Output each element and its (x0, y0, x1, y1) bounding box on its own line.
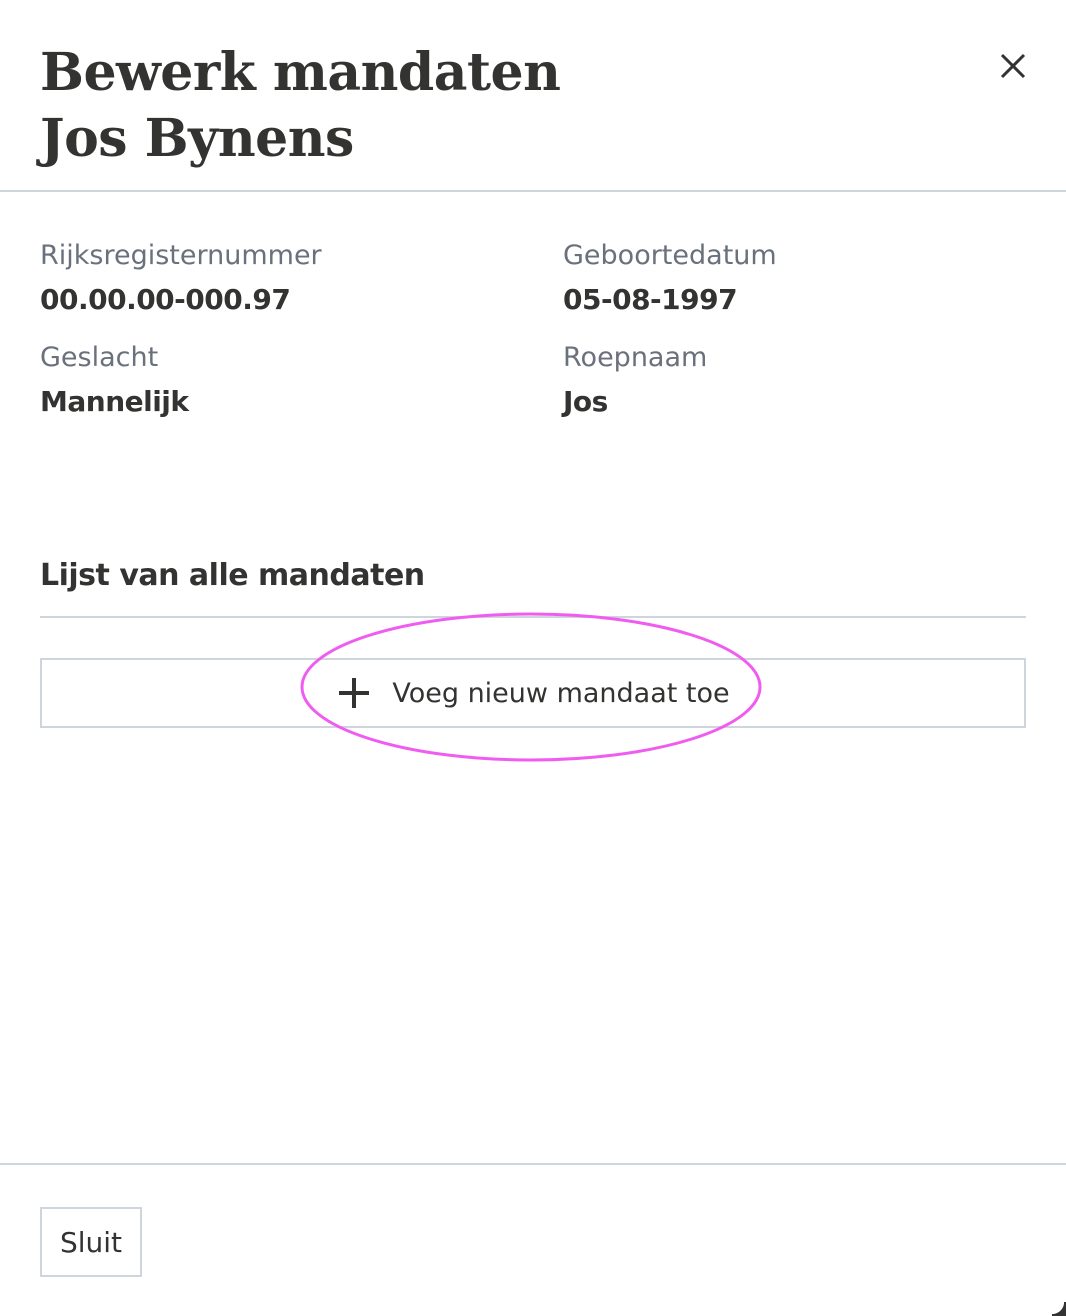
field-geboortedatum: Geboortedatum 05-08-1997 (563, 236, 1043, 324)
modal-footer: Sluit (0, 1163, 1066, 1316)
field-value: Jos (563, 385, 608, 418)
modal-header: Bewerk mandaten Jos Bynens (0, 0, 1066, 192)
modal-title-line1: Bewerk mandaten (40, 42, 561, 103)
field-value: 00.00.00-000.97 (40, 283, 291, 316)
close-modal-button[interactable]: Sluit (40, 1207, 142, 1277)
section-divider (40, 616, 1026, 618)
modal-title: Bewerk mandaten Jos Bynens (40, 40, 561, 172)
field-label: Geboortedatum (563, 240, 777, 271)
close-icon (1000, 53, 1026, 79)
plus-icon (336, 675, 372, 711)
add-mandate-button[interactable]: Voeg nieuw mandaat toe (40, 658, 1026, 728)
modal-title-line2: Jos Bynens (40, 108, 354, 169)
mandates-section-title: Lijst van alle mandaten (40, 558, 425, 593)
field-label: Rijksregisternummer (40, 240, 322, 271)
window-corner (1052, 1302, 1066, 1316)
edit-mandates-modal: Bewerk mandaten Jos Bynens Rijksregister… (0, 0, 1066, 1316)
field-rijksregisternummer: Rijksregisternummer 00.00.00-000.97 (40, 236, 520, 324)
field-value: Mannelijk (40, 385, 189, 418)
field-label: Roepnaam (563, 342, 708, 373)
close-button[interactable] (993, 46, 1033, 86)
field-value: 05-08-1997 (563, 283, 738, 316)
field-roepnaam: Roepnaam Jos (563, 338, 1043, 426)
field-geslacht: Geslacht Mannelijk (40, 338, 520, 426)
add-mandate-label: Voeg nieuw mandaat toe (392, 677, 730, 709)
field-label: Geslacht (40, 342, 159, 373)
